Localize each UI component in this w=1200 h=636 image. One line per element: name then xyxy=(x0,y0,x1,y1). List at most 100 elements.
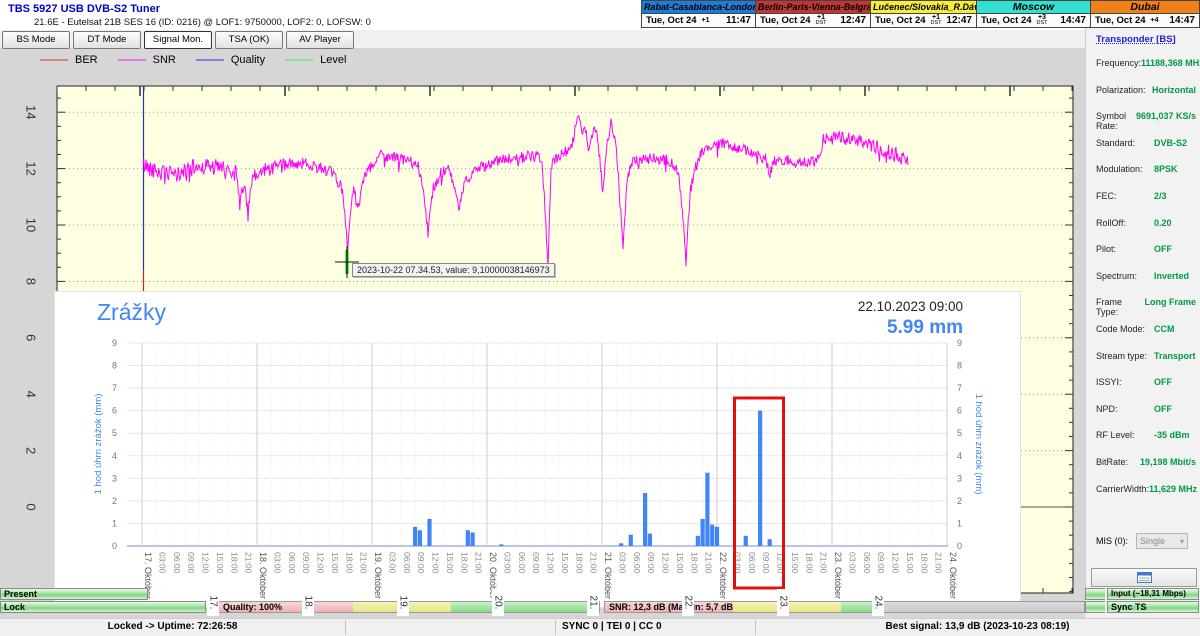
rain-y-label-right: 0 xyxy=(957,541,962,551)
rain-day-label: 19. Október xyxy=(373,552,383,599)
transponder-field-modulation: Modulation: 8PSK xyxy=(1096,164,1196,174)
chart-tooltip: 2023-10-22 07.34.53, value: 9,1000003814… xyxy=(352,263,555,277)
field-value: Inverted xyxy=(1154,270,1190,281)
rain-day-label: 22. Október xyxy=(718,552,728,599)
field-value: Transport xyxy=(1154,350,1196,361)
field-value: OFF xyxy=(1154,244,1172,255)
rain-bar xyxy=(695,535,700,546)
clock-date: Tue, Oct 24 xyxy=(760,15,811,27)
tab-av-player[interactable]: AV Player xyxy=(286,31,354,49)
y-axis-label: 14 xyxy=(24,105,39,119)
clock-offset: +3 DST xyxy=(1037,14,1048,27)
tuner-subtitle: 21.6E - Eutelsat 21B SES 16 (ID: 0216) @… xyxy=(34,17,371,28)
rain-y-label-right: 4 xyxy=(957,451,962,461)
rain-hour-label: 15:00 xyxy=(560,552,570,574)
rain-bar xyxy=(647,533,653,546)
mis-dropdown[interactable]: Single ▾ xyxy=(1136,533,1189,549)
tab-dt-mode[interactable]: DT Mode xyxy=(73,31,141,49)
clock-time-row: Tue, Oct 24 +3 DST 14:47 xyxy=(977,14,1090,27)
transponder-field-frametype: Frame Type: Long Frame xyxy=(1096,297,1196,317)
rain-bar xyxy=(767,539,772,546)
quality-bar: Quality: 100% xyxy=(218,601,600,613)
field-value: 9691,037 KS/s xyxy=(1135,111,1196,122)
rain-hour-label: 21:00 xyxy=(589,552,599,574)
rain-bar xyxy=(619,543,624,546)
y-axis-label: 4 xyxy=(24,391,39,398)
present-bar: Present xyxy=(0,588,148,600)
rain-hour-label: 12:00 xyxy=(546,552,556,574)
field-label: Stream type: xyxy=(1096,350,1148,361)
rain-hour-label: 21:00 xyxy=(474,552,484,574)
field-label: Modulation: xyxy=(1096,164,1143,175)
tab-tsa-ok-[interactable]: TSA (OK) xyxy=(215,31,283,49)
quality-bar-low: Quality: 100% xyxy=(219,602,353,612)
rain-hour-label: 03:00 xyxy=(387,552,397,574)
rain-hour-label: 06:00 xyxy=(517,552,527,574)
rain-hour-label: 09:00 xyxy=(186,552,196,574)
transponder-header-link[interactable]: Transponder [BS] xyxy=(1096,34,1176,45)
field-label: RollOff: xyxy=(1096,217,1126,228)
transport-panel-button[interactable] xyxy=(1091,568,1197,587)
transponder-field-rflevel: RF Level: -35 dBm xyxy=(1096,430,1196,440)
clock-offset: +1 DST xyxy=(931,14,942,27)
rain-y-label-right: 1 xyxy=(957,518,962,528)
status-divider xyxy=(555,620,556,635)
rain-hour-label: 09:00 xyxy=(301,552,311,574)
clock-city: Moscow xyxy=(977,1,1090,15)
rain-hour-label: 06:00 xyxy=(632,552,642,574)
sync-counters: SYNC 0 | TEI 0 | CC 0 xyxy=(562,621,662,632)
clock-city: Rabat-Casablanca-London xyxy=(642,1,755,15)
y-axis-label: 2 xyxy=(24,447,39,454)
field-label: Polarization: xyxy=(1096,84,1146,95)
rain-hour-label: 06:00 xyxy=(862,552,872,574)
rain-hour-label: 18:00 xyxy=(804,552,814,574)
clock-2: Lučenec/Slovakia_R.Dávid Tue, Oct 24 +1 DST… xyxy=(870,0,977,28)
rain-y-label-left: 1 xyxy=(112,518,117,528)
transponder-field-codemode: Code Mode: CCM xyxy=(1096,324,1196,334)
sync-ts-bar: Sync TS xyxy=(1107,601,1199,613)
field-value: 0.20 xyxy=(1154,217,1172,228)
rain-ylabel-left: 1 hod úhrn zrážok (mm) xyxy=(93,394,104,495)
field-label: Spectrum: xyxy=(1096,270,1138,281)
rain-hour-label: 06:00 xyxy=(402,552,412,574)
rain-bar xyxy=(413,526,418,546)
transponder-field-streamtype: Stream type: Transport xyxy=(1096,351,1196,361)
clock-1: Berlin-Paris-Vienna-Belgrade Tue, Oct 24 +… xyxy=(755,0,871,28)
rain-hour-label: 03:00 xyxy=(272,552,282,574)
tab-signal-mon-[interactable]: Signal Mon. xyxy=(144,31,212,49)
clock-dst-flag: DST xyxy=(1036,20,1048,27)
title-bar: TBS 5927 USB DVB-S2 Tuner 21.6E - Eutels… xyxy=(0,0,1200,30)
transponder-field-frequency: Frequency: 11188,368 MHz xyxy=(1096,58,1200,68)
rain-y-label-left: 4 xyxy=(112,451,117,461)
clock-0: Rabat-Casablanca-London Tue, Oct 24 +1 11:4… xyxy=(641,0,756,28)
rain-hour-label: 15:00 xyxy=(215,552,225,574)
rain-bar xyxy=(427,518,432,546)
y-axis-label: 0 xyxy=(24,503,39,510)
rain-bar xyxy=(743,535,748,546)
y-axis-label: 6 xyxy=(24,334,39,341)
rain-hour-label: 06:00 xyxy=(287,552,297,574)
field-value: 11,629 MHz xyxy=(1149,483,1198,494)
transponder-field-carrierwidth: CarrierWidth: 11,629 MHz xyxy=(1096,483,1198,494)
field-value: OFF xyxy=(1154,403,1172,414)
field-label: Standard: xyxy=(1096,137,1136,148)
rain-hour-label: 09:00 xyxy=(761,552,771,574)
rain-chart-window[interactable]: Zrážky 22.10.2023 09:00 5.99 mm 0 0 1 1 2 2 3 3 4 4 5… xyxy=(55,292,1020,607)
rain-hour-label: 21:00 xyxy=(819,552,829,574)
field-label: Pilot: xyxy=(1096,244,1117,255)
rainfall-chart[interactable]: Zrážky 22.10.2023 09:00 5.99 mm 0 0 1 1 2 2 3 3 4 4 5… xyxy=(55,292,1020,607)
clock-time-row: Tue, Oct 24 +1 DST 12:47 xyxy=(756,14,870,27)
rain-y-label-left: 9 xyxy=(112,338,117,348)
rain-day-label: 23. Október xyxy=(833,552,843,599)
clock-dst-flag: DST xyxy=(815,20,827,27)
quality-bar-mid xyxy=(353,602,451,612)
snr-bar-high xyxy=(841,602,879,612)
rain-bar xyxy=(465,530,470,546)
rain-hour-label: 15:00 xyxy=(675,552,685,574)
transponder-field-pilot: Pilot: OFF xyxy=(1096,244,1196,254)
rain-y-label-right: 2 xyxy=(957,496,962,506)
rain-hour-label: 15:00 xyxy=(330,552,340,574)
field-value: Long Frame xyxy=(1144,297,1196,308)
y-axis-label: 8 xyxy=(24,278,39,285)
tab-bs-mode[interactable]: BS Mode xyxy=(2,31,70,49)
